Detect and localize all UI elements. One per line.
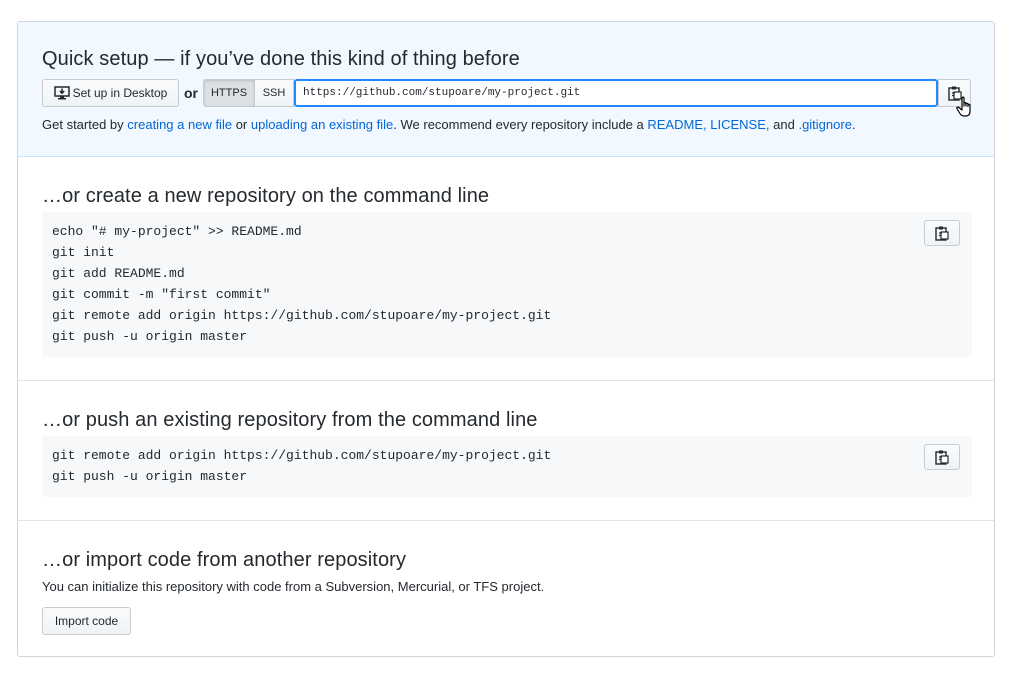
license-link[interactable]: LICENSE, [710, 117, 769, 132]
hint-recommend: . We recommend every repository include … [393, 117, 644, 132]
https-toggle-button[interactable]: HTTPS [203, 79, 255, 107]
copy-new-repo-commands-button[interactable] [924, 220, 960, 246]
code-line: git add README.md [52, 266, 185, 281]
setup-in-desktop-label: Set up in Desktop [72, 86, 168, 100]
import-repo-title: …or import code from another repository [42, 549, 407, 571]
desktop-download-icon [53, 86, 70, 100]
or-label: or [184, 85, 198, 101]
code-line: git init [52, 245, 115, 260]
setup-in-desktop-button[interactable]: Set up in Desktop [42, 79, 179, 107]
protocol-toggle: HTTPS SSH [203, 79, 294, 107]
repo-setup-panel: Quick setup — if you’ve done this kind o… [17, 21, 995, 657]
quick-setup-title: Quick setup — if you’ve done this kind o… [42, 48, 520, 70]
new-repo-code-block: echo "# my-project" >> README.md git ini… [42, 212, 972, 357]
code-line: echo "# my-project" >> README.md [52, 224, 302, 239]
code-line: git commit -m "first commit" [52, 287, 271, 302]
new-repo-section: …or create a new repository on the comma… [18, 157, 994, 381]
clone-url-input[interactable] [294, 79, 938, 107]
create-new-file-link[interactable]: creating a new file [127, 117, 232, 132]
import-code-button[interactable]: Import code [42, 607, 131, 635]
hint-comma: , [703, 117, 707, 132]
hand-pointer-cursor [956, 96, 971, 117]
code-line: git remote add origin https://github.com… [52, 308, 552, 323]
push-repo-title: …or push an existing repository from the… [42, 409, 538, 431]
clipboard-icon [935, 226, 949, 241]
code-line: git push -u origin master [52, 469, 248, 484]
push-repo-section: …or push an existing repository from the… [18, 381, 994, 521]
gitignore-link[interactable]: .gitignore [798, 117, 851, 132]
hint-prefix: Get started by [42, 117, 124, 132]
hint-or: or [235, 117, 248, 132]
import-description: You can initialize this repository with … [42, 579, 545, 594]
hint-period: . [851, 117, 856, 132]
copy-push-commands-button[interactable] [924, 444, 960, 470]
new-repo-title: …or create a new repository on the comma… [42, 185, 490, 207]
code-line: git push -u origin master [52, 329, 248, 344]
quick-setup-hint: Get started by creating a new file or up… [42, 117, 856, 132]
clipboard-icon [935, 450, 949, 465]
code-line: git remote add origin https://github.com… [52, 448, 552, 463]
readme-link[interactable]: README [647, 117, 703, 132]
upload-existing-file-link[interactable]: uploading an existing file [251, 117, 393, 132]
ssh-toggle-button[interactable]: SSH [255, 79, 294, 107]
hint-and: and [773, 117, 795, 132]
push-repo-code-block: git remote add origin https://github.com… [42, 436, 972, 497]
quick-setup-section: Quick setup — if you’ve done this kind o… [18, 22, 994, 157]
